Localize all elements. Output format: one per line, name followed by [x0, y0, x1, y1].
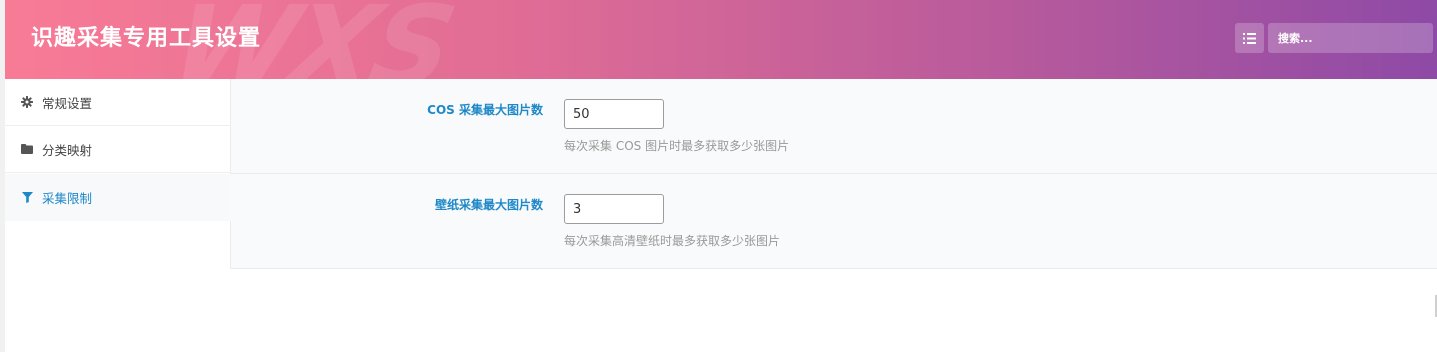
sidebar-item-category-mapping[interactable]: 分类映射 [5, 126, 231, 173]
cos-max-images-input[interactable] [564, 99, 664, 129]
list-icon [1243, 29, 1256, 48]
search-input[interactable] [1268, 23, 1433, 53]
setting-label: COS 采集最大图片数 [427, 103, 543, 117]
menu-toggle-button[interactable] [1235, 23, 1264, 53]
setting-label: 壁纸采集最大图片数 [434, 198, 543, 212]
setting-row-wallpaper-max: 壁纸采集最大图片数 每次采集高清壁纸时最多获取多少张图片 [231, 174, 1437, 269]
setting-help-text: 每次采集 COS 图片时最多获取多少张图片 [564, 139, 790, 153]
setting-help-text: 每次采集高清壁纸时最多获取多少张图片 [564, 234, 781, 248]
setting-row-cos-max: COS 采集最大图片数 每次采集 COS 图片时最多获取多少张图片 [231, 79, 1437, 174]
settings-panel: COS 采集最大图片数 每次采集 COS 图片时最多获取多少张图片 壁纸采集最大… [231, 79, 1437, 269]
settings-app: WXS 识趣采集专用工具设置 搜索... 常规设置 分类映射 采集限制 COS … [5, 0, 1437, 352]
sidebar-item-label: 分类映射 [42, 142, 93, 158]
page-title: 识趣采集专用工具设置 [31, 26, 262, 51]
filter-icon [21, 192, 33, 204]
wallpaper-max-images-input[interactable] [564, 194, 664, 224]
sidebar-item-collection-limits[interactable]: 采集限制 [5, 174, 231, 221]
folder-icon [21, 143, 33, 155]
sidebar-item-label: 常规设置 [42, 95, 93, 111]
sidebar-item-label: 采集限制 [42, 191, 93, 206]
header-bar: WXS 识趣采集专用工具设置 [5, 0, 1437, 79]
sidebar-item-general[interactable]: 常规设置 [5, 79, 231, 126]
sidebar: 常规设置 分类映射 采集限制 [5, 79, 231, 269]
gear-icon [21, 96, 33, 108]
